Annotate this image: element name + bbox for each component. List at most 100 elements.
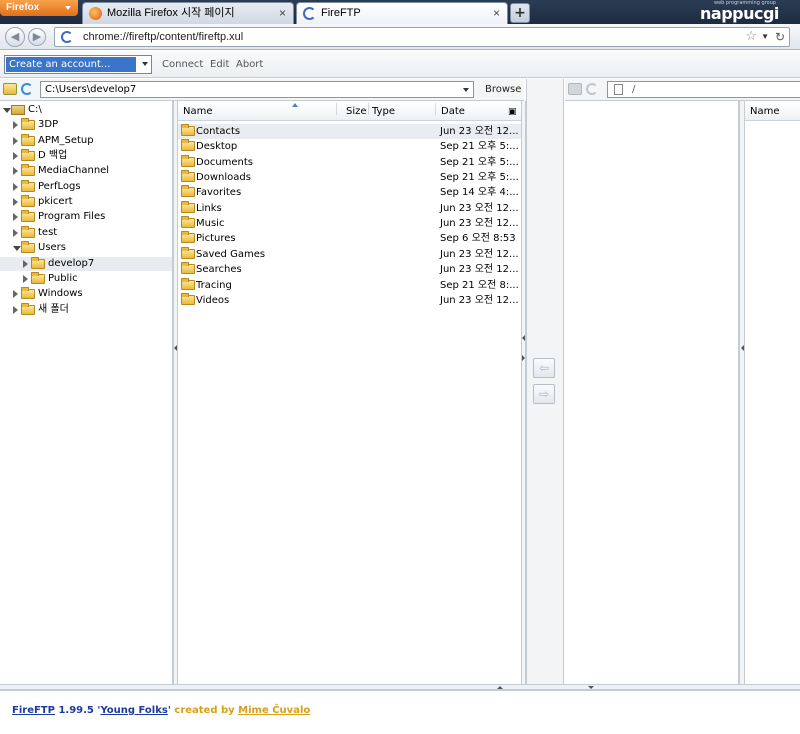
codename-link[interactable]: Young Folks xyxy=(100,705,167,716)
file-row[interactable]: Videos Jun 23 오전 12... xyxy=(178,292,521,308)
tree-item[interactable]: C:\ xyxy=(0,103,172,117)
file-row[interactable]: Tracing Sep 21 오전 8:... xyxy=(178,277,521,293)
file-row[interactable]: Saved Games Jun 23 오전 12... xyxy=(178,246,521,262)
local-path-field[interactable]: C:\Users\develop7 xyxy=(40,81,474,98)
upload-button[interactable]: ⇨ xyxy=(533,384,555,404)
tree-item[interactable]: Public xyxy=(0,271,172,286)
column-type[interactable]: Type xyxy=(372,103,395,121)
column-picker-icon[interactable]: ▣ xyxy=(508,103,517,121)
transfer-bar: ⇦ ⇨ xyxy=(526,79,564,684)
remote-path-field[interactable]: / xyxy=(607,81,800,98)
fireftp-icon xyxy=(61,31,73,43)
tree-item[interactable]: pkicert xyxy=(0,195,172,209)
star-icon[interactable]: ☆ xyxy=(745,27,757,45)
upload-arrow-icon: ⇨ xyxy=(538,387,550,401)
tree-item[interactable]: Program Files xyxy=(0,210,172,224)
splitter-grip-icon xyxy=(522,335,525,341)
page-icon xyxy=(614,84,623,95)
download-button[interactable]: ⇦ xyxy=(533,358,555,378)
account-select[interactable]: Create an account... xyxy=(4,55,152,74)
tab-bar: Firefox Mozilla Firefox 시작 페이지 × FireFTP… xyxy=(0,0,800,24)
firefox-menu-button[interactable]: Firefox xyxy=(0,0,78,16)
chevron-down-icon xyxy=(463,88,469,92)
column-name[interactable]: Name xyxy=(750,103,780,121)
forward-button[interactable]: ▶ xyxy=(28,28,46,46)
abort-button[interactable]: Abort xyxy=(236,59,263,70)
splitter-grip-icon xyxy=(741,345,744,351)
chevron-down-icon xyxy=(142,62,148,66)
folder-icon xyxy=(21,241,35,254)
disconnect-icon[interactable] xyxy=(568,83,582,95)
folder-icon xyxy=(181,246,195,259)
collapsed-twisty-icon[interactable] xyxy=(13,305,18,314)
file-row[interactable]: Documents Sep 21 오후 5:... xyxy=(178,154,521,170)
edit-button[interactable]: Edit xyxy=(210,59,229,70)
expanded-twisty-icon[interactable] xyxy=(3,108,11,113)
collapsed-twisty-icon[interactable] xyxy=(13,198,18,207)
back-icon: ◀ xyxy=(10,30,20,43)
collapsed-twisty-icon[interactable] xyxy=(13,228,18,237)
tree-item[interactable]: APM_Setup xyxy=(0,133,172,148)
url-bar[interactable]: chrome://fireftp/content/fireftp.xul ☆ ▼… xyxy=(54,27,790,47)
author-link[interactable]: Mime Čuvalo xyxy=(238,705,310,716)
file-row[interactable]: Desktop Sep 21 오후 5:... xyxy=(178,139,521,154)
file-row[interactable]: Favorites Sep 14 오후 4:... xyxy=(178,185,521,200)
file-row[interactable]: Contacts Jun 23 오전 12... xyxy=(178,124,521,139)
collapsed-twisty-icon[interactable] xyxy=(13,121,18,130)
column-size[interactable]: Size xyxy=(346,103,367,121)
file-row[interactable]: Pictures Sep 6 오전 8:53 xyxy=(178,231,521,246)
column-name[interactable]: Name xyxy=(183,103,213,121)
collapsed-twisty-icon[interactable] xyxy=(23,259,28,268)
folder-icon xyxy=(181,231,195,244)
tree-item[interactable]: D 백업 xyxy=(0,149,172,163)
tree-item-label: APM_Setup xyxy=(38,134,94,146)
back-button[interactable]: ◀ xyxy=(5,27,25,47)
collapsed-twisty-icon[interactable] xyxy=(23,274,28,283)
reload-icon[interactable]: ↻ xyxy=(775,28,785,46)
local-folder-tree: C:\ 3DP APM_Setup D 백업 MediaChannel PerfLogs p… xyxy=(0,101,173,684)
expanded-twisty-icon[interactable] xyxy=(13,246,21,252)
file-row[interactable]: Downloads Sep 21 오후 5:... xyxy=(178,170,521,185)
column-divider[interactable] xyxy=(368,103,369,115)
collapsed-twisty-icon[interactable] xyxy=(13,136,18,145)
collapsed-twisty-icon[interactable] xyxy=(13,167,18,176)
fireftp-link[interactable]: FireFTP xyxy=(12,705,55,716)
tree-item[interactable]: Users xyxy=(0,241,172,255)
collapsed-twisty-icon[interactable] xyxy=(13,290,18,299)
file-date: Jun 23 오전 12... xyxy=(440,218,519,230)
tree-item[interactable]: 3DP xyxy=(0,118,172,132)
close-icon[interactable]: × xyxy=(493,3,500,23)
browse-button[interactable]: Browse xyxy=(485,84,521,95)
collapsed-twisty-icon[interactable] xyxy=(13,213,18,222)
folder-icon xyxy=(31,256,45,269)
collapsed-twisty-icon[interactable] xyxy=(13,152,18,161)
file-name: Music xyxy=(196,218,225,230)
tab-firefox-start[interactable]: Mozilla Firefox 시작 페이지 × xyxy=(82,2,294,24)
tree-item[interactable]: MediaChannel xyxy=(0,164,172,178)
close-icon[interactable]: × xyxy=(279,3,286,23)
refresh-icon[interactable] xyxy=(21,83,33,95)
file-row[interactable]: Links Jun 23 오전 12... xyxy=(178,200,521,216)
refresh-icon[interactable] xyxy=(586,83,598,95)
tree-item[interactable]: test xyxy=(0,225,172,240)
tab-fireftp[interactable]: FireFTP × xyxy=(296,2,508,24)
tree-item[interactable]: develop7 xyxy=(0,256,172,271)
file-row[interactable]: Music Jun 23 오전 12... xyxy=(178,216,521,231)
column-divider[interactable] xyxy=(336,103,337,115)
column-divider[interactable] xyxy=(435,103,436,115)
splitter-grip-icon xyxy=(497,686,503,689)
collapsed-twisty-icon[interactable] xyxy=(13,182,18,191)
column-date[interactable]: Date xyxy=(441,103,465,121)
splitter-grip-icon xyxy=(588,686,594,689)
folder-icon xyxy=(21,210,35,223)
file-row[interactable]: Searches Jun 23 오전 12... xyxy=(178,262,521,277)
tree-item[interactable]: Windows xyxy=(0,287,172,301)
log-panel: FireFTP 1.99.5 'Young Folks' created by … xyxy=(0,690,800,734)
brand-logo: web programming group nappucgi xyxy=(700,0,798,23)
connect-button[interactable]: Connect xyxy=(162,59,203,70)
new-folder-icon[interactable] xyxy=(3,83,17,95)
new-tab-button[interactable]: + xyxy=(510,3,530,23)
chevron-down-icon[interactable]: ▼ xyxy=(761,28,769,46)
tree-item[interactable]: 새 폴더 xyxy=(0,302,172,317)
tree-item[interactable]: PerfLogs xyxy=(0,179,172,194)
